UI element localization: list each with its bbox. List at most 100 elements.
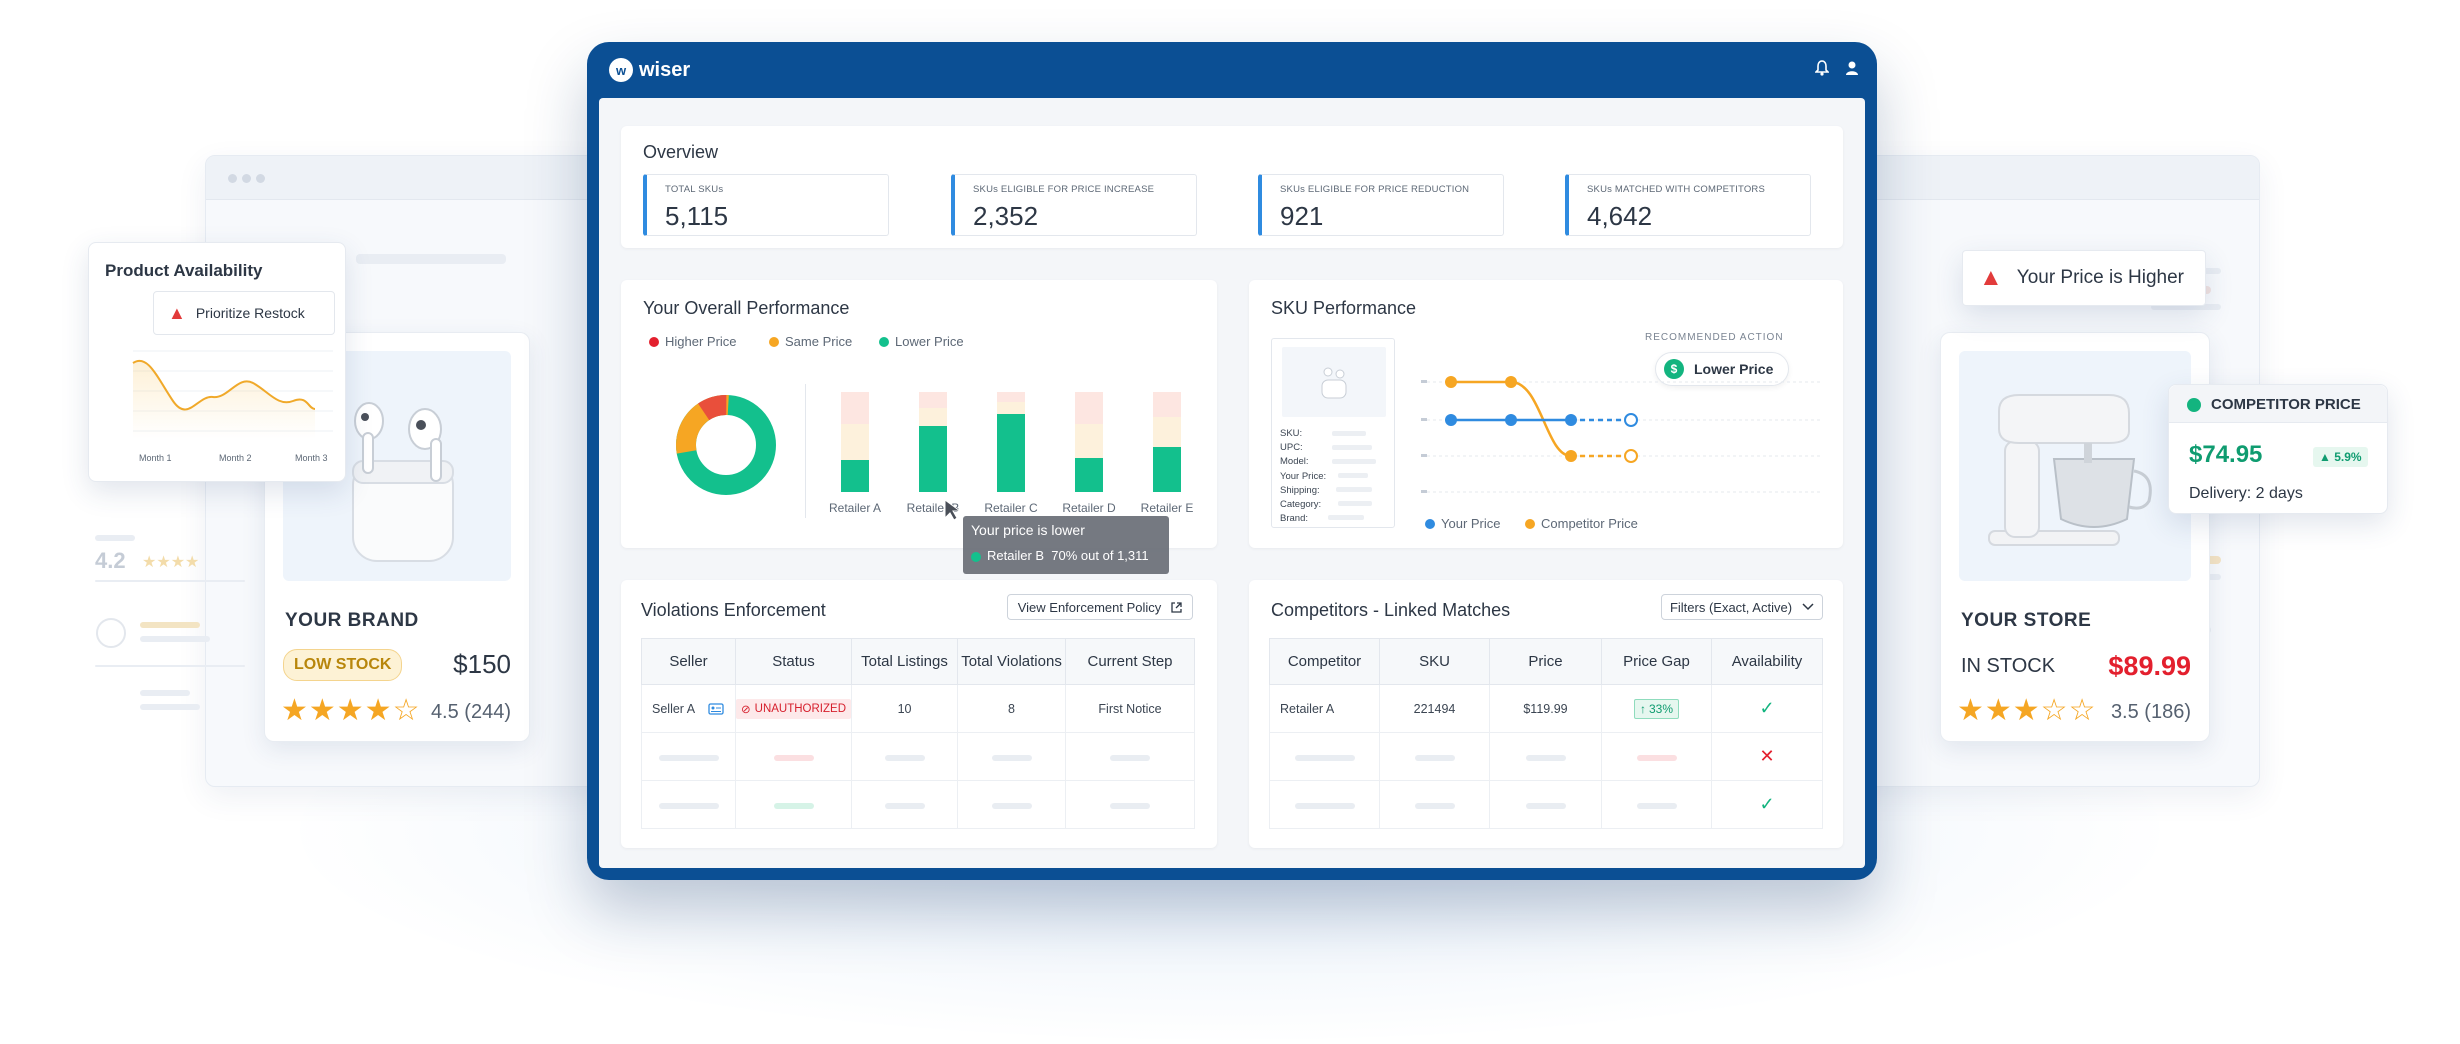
delivery-info: Delivery: 2 days <box>2189 485 2303 502</box>
dashboard-window: w wiser Overview TOTAL SKUs 5,115 SKUs E… <box>587 42 1877 880</box>
bar-retailer-a-same-price[interactable] <box>841 424 869 460</box>
filters-dropdown[interactable]: Filters (Exact, Active) <box>1661 594 1823 620</box>
user-icon[interactable] <box>1845 60 1859 81</box>
availability-line-chart <box>132 350 333 439</box>
competitors-table: Competitor SKU Price Price Gap Availabil… <box>1269 638 1823 829</box>
legend-label: Same Price <box>785 334 853 349</box>
table-row[interactable]: Seller A ⊘ UNAUTHORIZED 10 8 First Notice <box>641 684 1195 733</box>
column-header-current-step[interactable]: Current Step <box>1065 638 1195 685</box>
card-title: Product Availability <box>105 261 263 280</box>
kpi-value: 4,642 <box>1587 201 1653 231</box>
price-gap-value: 33% <box>1648 701 1674 716</box>
legend-dot <box>769 336 779 347</box>
column-header-price-gap[interactable]: Price Gap <box>1601 638 1712 685</box>
window-titlebar <box>206 156 604 200</box>
field-sku: SKU: <box>1280 428 1303 439</box>
column-header-status[interactable]: Status <box>734 638 853 685</box>
sku-price-line-chart <box>1421 376 1821 493</box>
step-cell: First Notice <box>1065 684 1195 733</box>
app-brand-name: wiser <box>639 58 691 81</box>
mouse-cursor-icon <box>944 499 962 521</box>
store-label: YOUR STORE <box>1961 610 2092 631</box>
sku-performance-title: SKU Performance <box>1271 298 1417 318</box>
column-header-availability[interactable]: Availability <box>1711 638 1823 685</box>
recommended-action-label: RECOMMENDED ACTION <box>1645 332 1784 343</box>
external-link-icon <box>1171 601 1182 613</box>
field-brand: Brand: <box>1280 513 1308 525</box>
bar-retailer-b-higher-price[interactable] <box>919 392 947 408</box>
view-enforcement-policy-button[interactable]: View Enforcement Policy <box>1007 594 1193 620</box>
field-your-price: Your Price: <box>1280 470 1327 482</box>
table-header-row: Competitor SKU Price Price Gap Availabil… <box>1269 638 1823 685</box>
legend-label: Your Price <box>1441 516 1501 531</box>
kpi-value: 921 <box>1280 201 1324 231</box>
product-thumbnail <box>1282 347 1386 417</box>
bar-retailer-c-same-price[interactable] <box>997 402 1025 414</box>
warning-icon: ▲ <box>1979 264 2003 291</box>
blocked-icon: ⊘ <box>741 703 751 716</box>
legend-dot <box>1525 518 1535 529</box>
x-tick-month-1: Month 1 <box>139 453 172 463</box>
bar-retailer-a-lower-price[interactable] <box>841 460 869 492</box>
filter-label: Filters (Exact, Active) <box>1669 599 1793 615</box>
column-header-sku[interactable]: SKU <box>1379 638 1490 685</box>
competitor-price-card: COMPETITOR PRICE $74.95 ▲ 5.9% Delivery:… <box>2168 384 2388 514</box>
kpi-value: 2,352 <box>973 201 1039 231</box>
kpi-label: SKUs ELIGIBLE FOR PRICE REDUCTION <box>1280 184 1470 195</box>
column-header-price[interactable]: Price <box>1489 638 1602 685</box>
bar-retailer-c-higher-price[interactable] <box>997 392 1025 402</box>
earbuds-thumbnail-icon <box>1321 367 1347 399</box>
wiser-logo-icon: w <box>609 58 633 82</box>
kpi-label: SKUs MATCHED WITH COMPETITORS <box>1587 184 1766 195</box>
rating-stars: ★★★★☆ <box>281 694 421 727</box>
bar-retailer-a-higher-price[interactable] <box>841 392 869 424</box>
price-gap-cell: ↑ 33% <box>1601 684 1712 733</box>
column-header-seller[interactable]: Seller <box>641 638 736 685</box>
column-header-competitor[interactable]: Competitor <box>1269 638 1380 685</box>
rating-stars: ★★★☆☆ <box>1957 694 2097 727</box>
bar-retailer-b-same-price[interactable] <box>919 408 947 426</box>
competitor-card-title: COMPETITOR PRICE <box>2211 396 2361 413</box>
product-fields: SKU: UPC: Model: Your Price: Shipping: C… <box>1280 427 1326 526</box>
bar-tooltip: Your price is lower Retailer B 70% out o… <box>963 516 1169 574</box>
restock-alert: ▲ Prioritize Restock <box>153 291 335 335</box>
competitor-cell: Retailer A <box>1269 684 1380 733</box>
bell-icon[interactable] <box>1814 60 1830 81</box>
seller-name: Seller A <box>652 701 695 716</box>
x-tick-label: Retailer C <box>984 501 1038 515</box>
field-category: Category: <box>1280 499 1322 511</box>
table-header-row: Seller Status Total Listings Total Viola… <box>641 638 1195 685</box>
bar-retailer-e-higher-price[interactable] <box>1153 392 1181 417</box>
column-header-total-listings[interactable]: Total Listings <box>851 638 959 685</box>
x-tick-label: Retailer A <box>829 501 881 515</box>
sku-performance-panel: SKU Performance SKU: UPC: Model: Your Pr… <box>1249 280 1843 548</box>
bar-retailer-d-higher-price[interactable] <box>1075 392 1103 424</box>
faded-rating: 4.2 <box>95 548 126 573</box>
bar-retailer-e-lower-price[interactable] <box>1153 447 1181 492</box>
price-gap-badge: ↑ 33% <box>1633 698 1680 719</box>
legend-same-price: Same Price <box>769 334 852 349</box>
restock-alert-label: Prioritize Restock <box>195 305 305 321</box>
bar-retailer-b-lower-price[interactable] <box>919 426 947 492</box>
price-change-badge: ▲ 5.9% <box>2313 447 2368 467</box>
status-badge: ⊘ UNAUTHORIZED <box>736 698 852 719</box>
window-titlebar <box>1851 156 2259 200</box>
bar-retailer-c-lower-price[interactable] <box>997 414 1025 492</box>
x-tick-month-3: Month 3 <box>295 453 328 463</box>
legend-label: Competitor Price <box>1541 516 1638 531</box>
bar-retailer-d-lower-price[interactable] <box>1075 458 1103 492</box>
table-row[interactable]: Retailer A 221494 $119.99 ↑ 33% ✓ <box>1269 684 1823 733</box>
faded-avatar <box>96 618 126 648</box>
bar-retailer-e-same-price[interactable] <box>1153 417 1181 447</box>
table-row-placeholder: ✕ <box>1269 732 1823 781</box>
kpi-price-increase: SKUs ELIGIBLE FOR PRICE INCREASE 2,352 <box>951 174 1197 236</box>
overall-performance-panel: Your Overall Performance Higher Price Sa… <box>621 280 1217 548</box>
column-header-total-violations[interactable]: Total Violations <box>957 638 1067 685</box>
legend-competitor-price: Competitor Price <box>1525 516 1638 531</box>
app-logo[interactable]: w wiser <box>609 58 690 82</box>
performance-donut-chart <box>676 395 776 495</box>
id-card-icon <box>708 703 724 715</box>
kpi-label: SKUs ELIGIBLE FOR PRICE INCREASE <box>973 184 1155 195</box>
bar-retailer-d-same-price[interactable] <box>1075 424 1103 458</box>
table-row-placeholder: ✓ <box>1269 780 1823 829</box>
